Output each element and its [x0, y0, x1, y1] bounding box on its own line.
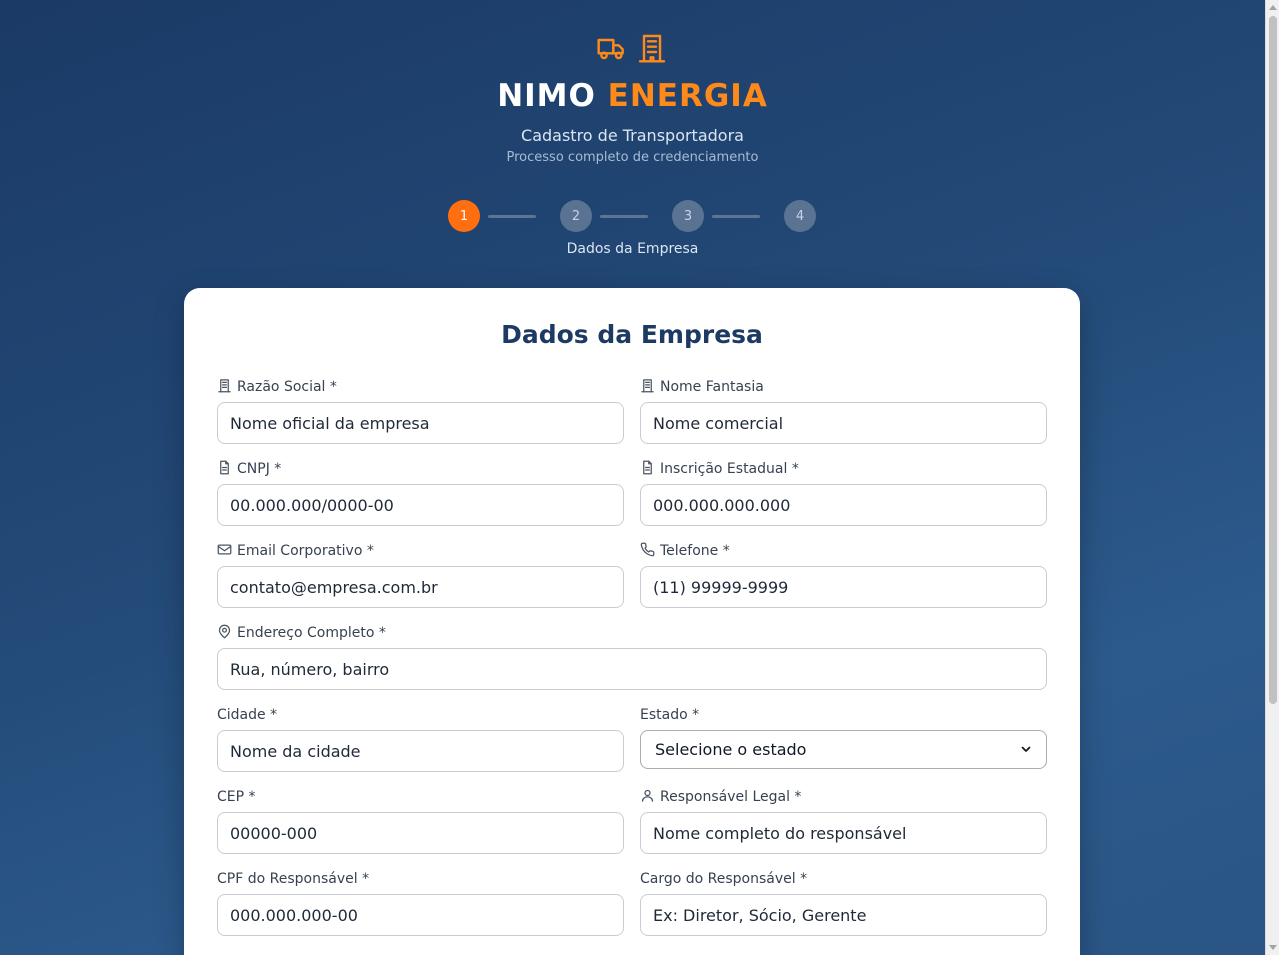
phone-icon — [640, 542, 655, 561]
document-icon — [640, 460, 655, 479]
email-field: Email Corporativo * — [217, 542, 624, 608]
vertical-scrollbar[interactable] — [1265, 0, 1279, 955]
cep-field: CEP * — [217, 788, 624, 854]
inscricao-estadual-input[interactable] — [640, 484, 1047, 526]
cep-input[interactable] — [217, 812, 624, 854]
header-logo-icons — [596, 32, 670, 64]
scroll-down-icon[interactable] — [1269, 945, 1277, 950]
nome-fantasia-field: Nome Fantasia — [640, 378, 1047, 444]
page: NIMO ENERGIA Cadastro de Transportadora … — [0, 0, 1265, 955]
cpf-responsavel-input[interactable] — [217, 894, 624, 936]
step-2[interactable]: 2 — [560, 200, 592, 232]
nome-fantasia-label: Nome Fantasia — [640, 378, 1047, 396]
endereco-input[interactable] — [217, 648, 1047, 690]
step-4[interactable]: 4 — [784, 200, 816, 232]
responsavel-label: Responsável Legal * — [640, 788, 1047, 806]
mail-icon — [217, 542, 232, 561]
building-icon — [217, 378, 232, 397]
cargo-responsavel-label: Cargo do Responsável * — [640, 871, 808, 887]
step-1[interactable]: 1 — [448, 200, 480, 232]
nome-fantasia-input[interactable] — [640, 402, 1047, 444]
current-step-label: Dados da Empresa — [566, 241, 699, 257]
document-icon — [217, 460, 232, 479]
form-title: Dados da Empresa — [501, 320, 763, 349]
brand-name-part2: ENERGIA — [607, 78, 768, 114]
inscricao-estadual-field: Inscrição Estadual * — [640, 460, 1047, 526]
cargo-responsavel-field: Cargo do Responsável * — [640, 870, 1047, 936]
step-connector — [600, 215, 648, 218]
stepper: 1 2 3 4 — [448, 200, 818, 232]
building-icon — [640, 378, 655, 397]
page-description: Processo completo de credenciamento — [506, 150, 759, 165]
building-icon — [636, 32, 668, 64]
cpf-responsavel-field: CPF do Responsável * — [217, 870, 624, 936]
cidade-field: Cidade * — [217, 706, 624, 772]
inscricao-estadual-label: Inscrição Estadual * — [640, 460, 1047, 478]
user-icon — [640, 788, 655, 807]
razao-social-label: Razão Social * — [217, 378, 624, 396]
estado-label: Estado * — [640, 707, 700, 723]
email-input[interactable] — [217, 566, 624, 608]
cargo-responsavel-input[interactable] — [640, 894, 1047, 936]
estado-select[interactable]: Selecione o estado — [640, 730, 1047, 769]
brand-title: NIMO ENERGIA — [0, 78, 1265, 114]
map-pin-icon — [217, 624, 232, 643]
step-connector — [488, 215, 536, 218]
form-card: Dados da Empresa Razão Social * Nome Fan… — [184, 288, 1080, 955]
cnpj-field: CNPJ * — [217, 460, 624, 526]
cnpj-input[interactable] — [217, 484, 624, 526]
step-3[interactable]: 3 — [672, 200, 704, 232]
cnpj-label: CNPJ * — [217, 460, 624, 478]
estado-field: Estado * Selecione o estado — [640, 706, 1047, 769]
telefone-field: Telefone * — [640, 542, 1047, 608]
scrollbar-thumb[interactable] — [1269, 16, 1277, 704]
cidade-label: Cidade * — [217, 707, 278, 723]
cidade-input[interactable] — [217, 730, 624, 772]
endereco-label: Endereço Completo * — [217, 624, 1047, 642]
endereco-field: Endereço Completo * — [217, 624, 1047, 690]
razao-social-input[interactable] — [217, 402, 624, 444]
cep-label: CEP * — [217, 789, 256, 805]
responsavel-input[interactable] — [640, 812, 1047, 854]
telefone-input[interactable] — [640, 566, 1047, 608]
razao-social-field: Razão Social * — [217, 378, 624, 444]
telefone-label: Telefone * — [640, 542, 1047, 560]
chevron-down-icon — [1020, 740, 1032, 759]
truck-icon — [596, 32, 628, 64]
brand-name-part1: NIMO — [497, 78, 596, 114]
step-connector — [712, 215, 760, 218]
page-subtitle: Cadastro de Transportadora — [521, 126, 744, 145]
cpf-responsavel-label: CPF do Responsável * — [217, 871, 370, 887]
estado-selected-value: Selecione o estado — [655, 740, 807, 759]
scroll-up-icon[interactable] — [1269, 5, 1277, 10]
responsavel-field: Responsável Legal * — [640, 788, 1047, 854]
email-label: Email Corporativo * — [217, 542, 624, 560]
